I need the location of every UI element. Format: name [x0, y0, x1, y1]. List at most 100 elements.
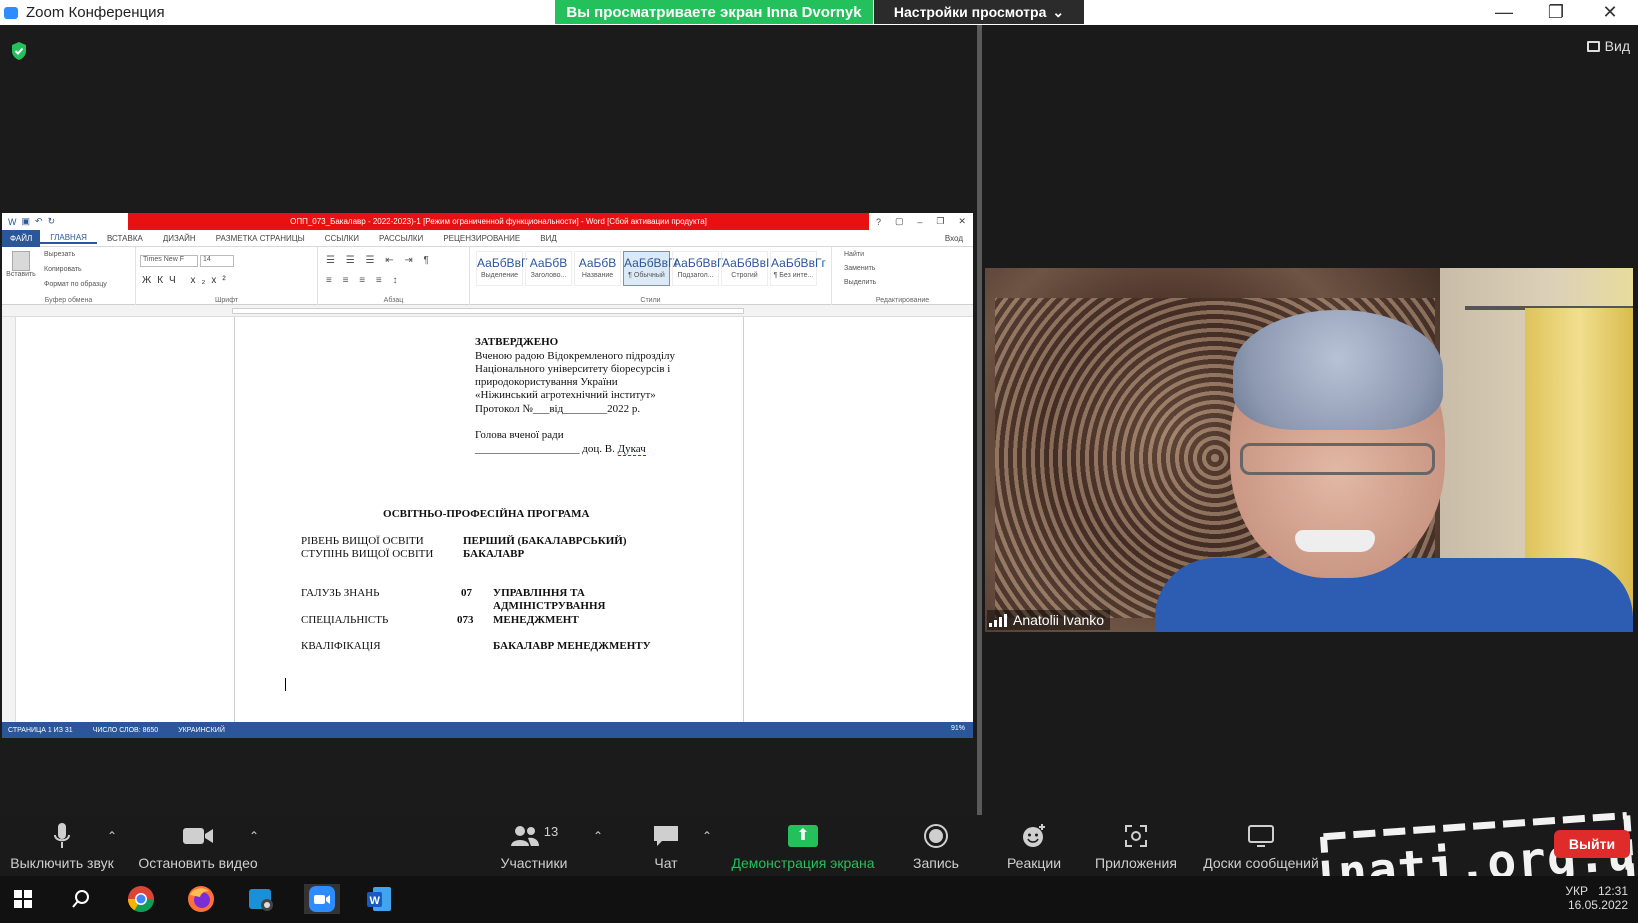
audio-options-caret[interactable]: ⌃	[107, 829, 117, 843]
ribbon-options-icon[interactable]: ▢	[895, 216, 904, 227]
tab-mailings[interactable]: РАССЫЛКИ	[369, 234, 433, 243]
undo-icon[interactable]: ↶	[35, 216, 43, 227]
video-options-caret[interactable]: ⌃	[249, 829, 259, 843]
font-size-select[interactable]: 14	[200, 255, 234, 267]
restore-button[interactable]: ❐	[1530, 0, 1582, 24]
app-title: Zoom Конференция	[26, 4, 165, 21]
chat-button[interactable]: Чат	[645, 821, 687, 871]
pane-divider[interactable]	[977, 25, 982, 815]
share-screen-label: Демонстрация экрана	[731, 855, 875, 871]
cut-button[interactable]: Вырезать	[44, 251, 75, 258]
row-code: 073	[457, 614, 474, 626]
font-format-buttons[interactable]: ЖКЧ x₂x²	[142, 275, 232, 286]
system-tray[interactable]: УКР 12:31 16.05.2022	[1565, 884, 1628, 912]
clipboard-group-label: Буфер обмена	[44, 297, 93, 304]
row-label: СПЕЦІАЛЬНІСТЬ	[301, 614, 389, 626]
paste-icon	[12, 251, 30, 271]
help-icon[interactable]: ?	[876, 217, 881, 227]
mute-button[interactable]: Выключить звук	[6, 821, 118, 871]
copy-button[interactable]: Копировать	[44, 266, 82, 273]
replace-button[interactable]: Заменить	[844, 265, 875, 272]
leave-meeting-button[interactable]: Выйти	[1554, 830, 1630, 858]
word-icon: W	[8, 216, 17, 227]
style-no-spacing[interactable]: АаБбВвГг ¶ Без инте...	[770, 251, 826, 286]
apps-button[interactable]: Приложения	[1090, 821, 1182, 871]
share-screen-button[interactable]: ⬆ Демонстрация экрана	[728, 821, 878, 871]
approved-line-1: Вченою радою Відокремленого підрозділу	[475, 350, 676, 362]
save-icon[interactable]: ▣	[22, 216, 31, 227]
stop-video-button[interactable]: Остановить видео	[134, 821, 262, 871]
word-restore-icon[interactable]: ❐	[936, 216, 944, 227]
firefox-icon[interactable]	[186, 884, 216, 914]
select-button[interactable]: Выделить	[844, 279, 876, 286]
tab-home[interactable]: ГЛАВНАЯ	[40, 233, 97, 244]
approved-line-5: Протокол №___від________2022 р.	[475, 403, 641, 415]
tab-references[interactable]: ССЫЛКИ	[315, 234, 369, 243]
keyboard-language[interactable]: УКР	[1565, 884, 1588, 898]
word-close-icon[interactable]: ✕	[958, 216, 966, 227]
clock-date[interactable]: 16.05.2022	[1568, 898, 1628, 912]
style-emphasis[interactable]: АаБбВвГ Выделение	[476, 251, 527, 286]
chrome-icon[interactable]	[126, 884, 156, 914]
word-minimize-icon[interactable]: –	[917, 217, 922, 227]
tab-file[interactable]: ФАЙЛ	[2, 229, 41, 247]
horizontal-ruler[interactable]	[2, 305, 973, 317]
document-area[interactable]: ЗАТВЕРДЖЕНО Вченою радою Відокремленого …	[2, 317, 973, 722]
style-name: Выделение	[480, 272, 519, 279]
document-page[interactable]: ЗАТВЕРДЖЕНО Вченою радою Відокремленого …	[234, 317, 744, 722]
status-zoom[interactable]: 91%	[951, 725, 965, 732]
font-group: Times New F 14 ЖКЧ x₂x² Шрифт	[136, 247, 318, 305]
find-button[interactable]: Найти	[844, 251, 864, 258]
style-preview: АаБбВвГг	[624, 256, 679, 270]
align-buttons[interactable]: ≡ ≡ ≡ ≡ ↕	[326, 275, 401, 286]
styles-group: АаБбВвГ Выделение АаБбВ Заголово... АаБбВ Н…	[470, 247, 832, 305]
style-name: ¶ Без инте...	[773, 272, 814, 279]
zoom-taskbar-icon[interactable]	[304, 884, 340, 914]
row-label: КВАЛІФІКАЦІЯ	[301, 640, 381, 652]
signature-name: Дукач	[617, 443, 646, 456]
style-normal[interactable]: АаБбВвГг ¶ Обычный	[623, 251, 679, 286]
close-button[interactable]: ✕	[1584, 0, 1636, 24]
minimize-button[interactable]: —	[1478, 0, 1530, 24]
reactions-button[interactable]: Реакции	[1002, 821, 1066, 871]
approved-line-4: «Ніжинський агротехнічний інститут»	[475, 389, 656, 401]
paste-button[interactable]: Вставить	[6, 251, 36, 278]
word-window[interactable]: W ▣ ↶ ↻ ОПП_073_Бакалавр - 2022-2023)-1 …	[2, 213, 973, 738]
status-page[interactable]: СТРАНИЦА 1 ИЗ 31	[8, 727, 73, 734]
participants-button[interactable]: 13 Участники	[494, 821, 574, 872]
style-preview: АаБбВ	[578, 256, 617, 270]
font-name-select[interactable]: Times New F	[140, 255, 198, 267]
chat-options-caret[interactable]: ⌃	[702, 829, 712, 843]
windows-start-icon[interactable]	[8, 884, 38, 914]
status-words[interactable]: ЧИСЛО СЛОВ: 8650	[93, 727, 159, 734]
search-icon[interactable]	[66, 884, 96, 914]
style-strong[interactable]: АаБбВвI Строгий	[721, 251, 769, 286]
redo-icon[interactable]: ↻	[48, 216, 56, 227]
style-subtitle[interactable]: АаБбВвГ Подзагол...	[672, 251, 723, 286]
photos-app-icon[interactable]	[246, 884, 276, 914]
participant-video[interactable]: Anatolii Ivanko	[985, 268, 1633, 632]
tab-insert[interactable]: ВСТАВКА	[97, 234, 153, 243]
signin-link[interactable]: Вход	[935, 234, 973, 243]
encryption-shield-icon[interactable]	[10, 41, 28, 61]
chat-icon	[645, 821, 687, 851]
clock-time[interactable]: 12:31	[1598, 884, 1628, 898]
word-taskbar-icon[interactable]: W	[364, 884, 394, 914]
format-painter-button[interactable]: Формат по образцу	[44, 281, 107, 288]
style-heading[interactable]: АаБбВ Заголово...	[525, 251, 572, 286]
tab-layout[interactable]: РАЗМЕТКА СТРАНИЦЫ	[206, 234, 315, 243]
approved-heading: ЗАТВЕРДЖЕНО	[475, 336, 559, 348]
tab-review[interactable]: РЕЦЕНЗИРОВАНИЕ	[433, 234, 530, 243]
whiteboards-button[interactable]: Доски сообщений	[1198, 821, 1324, 871]
view-settings-button[interactable]: Настройки просмотра ⌄	[874, 0, 1084, 24]
row-value: БАКАЛАВР МЕНЕДЖМЕНТУ	[493, 640, 651, 652]
style-title[interactable]: АаБбВ Название	[574, 251, 621, 286]
view-button[interactable]: Вид	[1586, 38, 1630, 54]
participants-options-caret[interactable]: ⌃	[593, 829, 603, 843]
record-button[interactable]: Запись	[908, 821, 964, 871]
tab-design[interactable]: ДИЗАЙН	[153, 234, 206, 243]
tab-view[interactable]: ВИД	[530, 234, 567, 243]
style-name: Подзагол...	[677, 272, 714, 279]
status-language[interactable]: УКРАИНСКИЙ	[178, 727, 225, 734]
list-buttons[interactable]: ☰ ☰ ☰ ⇤ ⇥ ¶	[326, 255, 433, 266]
